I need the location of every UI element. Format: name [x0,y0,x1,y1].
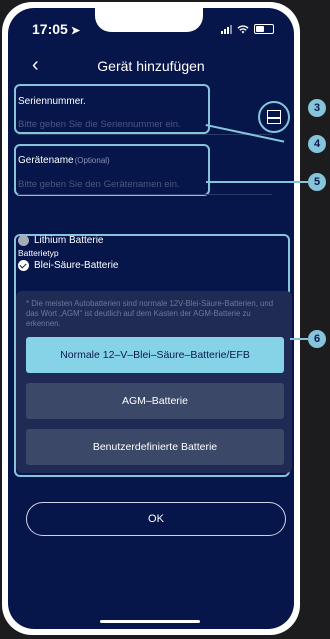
radio-lithium-label: Lithium Batterie [34,235,104,246]
battery-icon [254,24,274,34]
phone-frame: 17:05 ➤ ‹ Gerät hinzufügen Seriennummer. … [2,2,300,635]
battery-options-panel: * Die meisten Autobatterien sind normale… [16,291,292,473]
battery-info-note: * Die meisten Autobatterien sind normale… [26,299,274,328]
device-name-label: Gerätename(Optional) [18,155,110,166]
scan-qr-button[interactable] [258,101,290,133]
status-time: 17:05 ➤ [32,21,80,37]
signal-icon [221,24,232,34]
status-time-text: 17:05 [32,21,68,37]
radio-lithium[interactable]: Lithium Batterie [18,235,103,246]
normal-battery-button[interactable]: Normale 12–V–Blei–Säure–Batterie/EFB [26,337,284,373]
callout-badge-5: 5 [308,173,326,191]
app-screen: 17:05 ➤ ‹ Gerät hinzufügen Seriennummer. … [8,8,294,629]
callout-line-5 [206,181,308,183]
ok-button[interactable]: OK [26,502,286,536]
battery-type-label: Batterietyp [18,248,59,258]
device-name-underline [18,194,272,195]
device-name-input[interactable]: Bitte geben Sie den Gerätenamen ein. [18,179,180,190]
radio-unchecked-icon [18,235,29,246]
radio-lead-acid[interactable]: Blei-Säure-Batterie [18,260,118,271]
callout-line-6 [290,338,308,340]
callout-badge-3: 3 [308,99,326,117]
home-indicator [100,620,200,623]
callout-badge-6: 6 [308,330,326,348]
optional-tag: (Optional) [74,156,110,165]
serial-input[interactable]: Bitte geben Sie die Seriennummer ein. [18,119,181,130]
serial-underline [18,134,272,135]
serial-label: Seriennummer. [18,96,86,107]
radio-checked-icon [18,260,29,271]
agm-battery-button[interactable]: AGM–Batterie [26,383,284,419]
status-icons [221,24,274,34]
page-title: Gerät hinzufügen [97,58,205,74]
location-arrow-icon: ➤ [70,25,81,37]
radio-lead-acid-label: Blei-Säure-Batterie [34,260,119,271]
device-name-label-text: Gerätename [18,155,74,166]
scan-frame-icon [267,110,274,117]
callout-badge-4: 4 [308,135,326,153]
custom-battery-button[interactable]: Benutzerdefinierte Batterie [26,429,284,465]
wifi-icon [237,24,249,33]
notch [95,8,203,32]
